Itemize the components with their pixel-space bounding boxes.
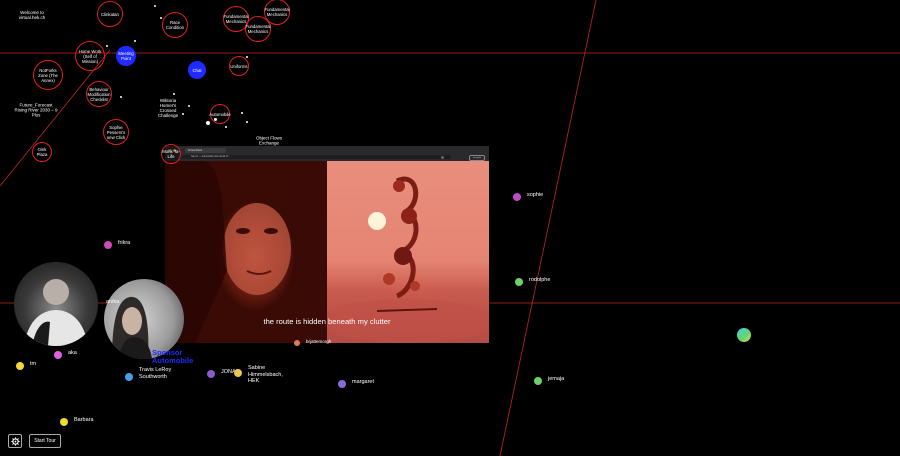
user-sabine[interactable]: Sabine Himmelsbach, HEK [234,365,290,385]
settings-button[interactable] [8,434,22,448]
map-node-notforks-zone[interactable]: NotForks Zone (The Annex) [33,60,63,90]
particle-dot [134,40,136,42]
particle-dot [246,121,248,123]
particle-dot [188,105,190,107]
video-face-frame [165,161,327,343]
extension-icon [441,156,444,159]
user-avatar [338,380,346,388]
user-anika[interactable]: anika [92,299,119,308]
map-node-behaviour-checklist[interactable]: Behaviour Modification Checklist [86,81,112,107]
map-node-sophie-click[interactable]: Sophie Pessers's new Click [103,119,129,145]
user-avatar [513,193,521,201]
face-silhouette [165,161,327,343]
user-avatar [515,278,523,286]
user-avatar [16,362,24,370]
user-avatar [234,369,242,377]
map-node-meeting-point[interactable]: Meeting Point [116,46,136,66]
user-barbara[interactable]: Barbara [60,417,94,426]
browser-tab: Screenshare [185,148,226,153]
start-tour-button[interactable]: Start Tour [29,434,61,448]
user-avatar [534,377,542,385]
user-avatar [54,351,62,359]
user-avatar [60,418,68,426]
user-rodolphe[interactable]: rodolphe [515,277,550,286]
particle-dot [120,96,122,98]
user-avatar [104,241,112,249]
virtual-space-canvas[interactable]: Welcome to virtual.hek.ch Clinkatan Race… [0,0,900,456]
video-caption: the route is hidden beneath my clutter [263,317,391,326]
map-node-clinkatan[interactable]: Clinkatan [97,1,123,27]
particle-dot [173,93,175,95]
user-tm[interactable]: tm [16,361,36,370]
particle-dot [246,56,248,58]
user-travis[interactable]: Travis LeRoy Southworth [125,367,179,381]
browser-chrome: Screenshare hek.ch — automobile.hek-virt… [165,146,489,161]
map-node-home-work[interactable]: Home Work (Self of Mission) [75,41,105,71]
particle-dot [206,121,210,125]
map-node-oink-plaza[interactable]: Oink Plaza [32,142,52,162]
user-aka[interactable]: aka [54,350,77,359]
particle-dot [160,17,162,19]
particle-dot [241,112,243,114]
person-silhouette [112,296,152,359]
map-node-future-forecast[interactable]: Future_Forecast Rising River 2030 – 9 Pl… [14,103,58,118]
self-avatar-orb[interactable] [737,328,751,342]
user-avatar [207,370,215,378]
floating-sculpture [317,176,489,343]
sponsor-label[interactable]: Sponsor Automobile [152,349,194,364]
particle-dot [225,126,227,128]
webcam-bubble-2[interactable] [104,279,184,359]
user-avatar [92,300,100,308]
map-node-uniforms[interactable]: Uniforms [229,56,249,76]
video-artwork-frame [317,161,489,343]
map-node-automobile[interactable]: Automobile [209,104,231,124]
particle-dot [106,45,108,47]
user-avatar [125,373,133,381]
user-margaret[interactable]: margaret [338,379,374,388]
person-silhouette [24,279,88,346]
particle-dot [182,113,184,115]
map-node-wiktoria-challenge[interactable]: Wiktoria Homer's Crossed Challenge [154,98,182,118]
user-brjattemorgh[interactable]: brjattemorgh [294,339,331,346]
user-avatar [294,340,300,346]
map-node-monk-ta-life[interactable]: Monk Ta-Life [161,144,181,164]
gear-icon [10,436,20,446]
user-sophie[interactable]: sophie [513,192,543,201]
user-frikra[interactable]: frikra [104,240,130,249]
map-node-chat[interactable]: Chat [188,61,206,79]
user-jemaja[interactable]: jemaja [534,376,564,385]
map-node-race-condition[interactable]: Race Condition [162,12,188,38]
screenshare-panel[interactable]: Screenshare hek.ch — automobile.hek-virt… [165,146,489,343]
map-node-fundamental-mechanics-3[interactable]: Fundamental Mechanics [245,16,271,42]
webcam-bubble-1[interactable] [14,262,98,346]
particle-dot [154,5,156,7]
browser-url: hek.ch — automobile.hek-virtual.ch [179,155,451,159]
map-node-welcome[interactable]: Welcome to virtual.hek.ch [12,10,52,20]
